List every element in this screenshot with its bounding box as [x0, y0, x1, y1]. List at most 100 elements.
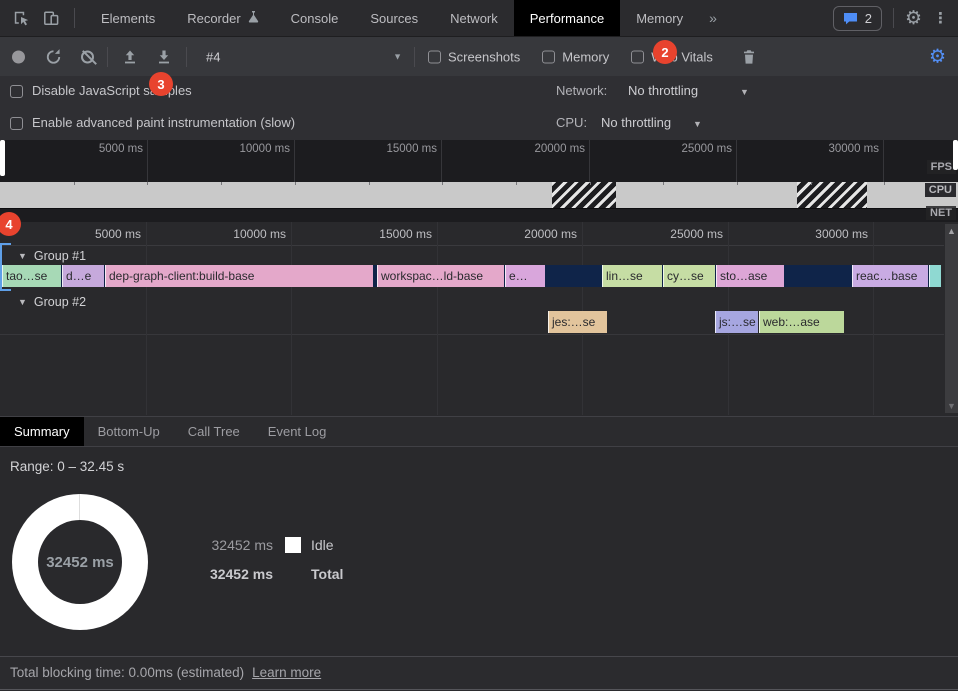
toggle-device-toolbar-button[interactable] [38, 5, 64, 31]
chat-bubble-icon [843, 12, 858, 25]
capture-checkbox-memory[interactable]: Memory [542, 49, 609, 64]
capture-settings-button[interactable]: ⚙ [929, 47, 946, 66]
cpu-minor-tick [74, 182, 75, 185]
overview-right-handle[interactable] [953, 140, 958, 170]
cpu-idle-hatch [552, 182, 616, 208]
checkbox-box [631, 50, 644, 63]
timeline-grid-line [146, 222, 147, 415]
tab-network[interactable]: Network [434, 0, 514, 36]
save-profile-button[interactable] [156, 49, 172, 65]
clear-recording-button[interactable] [81, 50, 94, 63]
donut-total-label: 32452 ms [12, 494, 148, 630]
timeline-event-bar[interactable]: workspac…ld-base [377, 265, 504, 287]
row-separator [0, 334, 944, 335]
timeline-event-bar[interactable]: sto…ase [716, 265, 784, 287]
vertical-scrollbar[interactable]: ▲ ▼ [944, 224, 958, 413]
tab-elements[interactable]: Elements [85, 0, 171, 36]
group-header-group-2[interactable]: ▼Group #2 [18, 293, 86, 310]
collapse-triangle-icon: ▼ [18, 297, 27, 307]
capture-checkbox-screenshots[interactable]: Screenshots [428, 49, 520, 64]
details-tab-call-tree[interactable]: Call Tree [174, 417, 254, 446]
tab-console[interactable]: Console [275, 0, 355, 36]
gear-icon: ⚙ [905, 8, 922, 29]
details-tab-event-log[interactable]: Event Log [254, 417, 341, 446]
more-tabs-button[interactable]: » [699, 0, 727, 36]
disable-js-samples-checkbox[interactable] [10, 85, 23, 98]
tab-performance[interactable]: Performance [514, 0, 620, 36]
timeline-event-bar[interactable]: e… [505, 265, 545, 287]
window-bottom-border [0, 689, 958, 690]
tab-label: Recorder [187, 11, 240, 26]
tab-label: Console [291, 11, 339, 26]
learn-more-link[interactable]: Learn more [252, 665, 321, 680]
inspect-cursor-icon [11, 8, 31, 28]
status-footer: Total blocking time: 0.00ms (estimated)L… [0, 656, 958, 691]
timeline-event-bar[interactable]: js:…se [715, 311, 758, 333]
details-tab-summary[interactable]: Summary [0, 417, 84, 446]
timeline-event-bar[interactable]: cy…se [663, 265, 715, 287]
delete-recording-button[interactable] [742, 49, 756, 65]
overview-left-handle[interactable] [0, 140, 5, 176]
flame-chart[interactable]: ▲ ▼ 5000 ms10000 ms15000 ms20000 ms25000… [0, 222, 958, 415]
details-tab-label: Summary [14, 424, 70, 439]
overview-tick-line [883, 140, 884, 182]
network-throttle-select[interactable]: No throttling [628, 83, 698, 98]
scroll-up-icon[interactable]: ▲ [945, 226, 958, 236]
timeline-tick-label: 15000 ms [379, 227, 432, 241]
timeline-event-bar[interactable]: reac…base [852, 265, 928, 287]
network-throttle-label: Network: [556, 83, 607, 98]
group-selection-bracket [0, 243, 10, 291]
advanced-paint-label: Enable advanced paint instrumentation (s… [32, 115, 295, 130]
settings-gear-button[interactable]: ⚙ [905, 9, 922, 28]
load-profile-button[interactable] [122, 49, 138, 65]
advanced-paint-checkbox[interactable] [10, 117, 23, 130]
details-tabbar: Summary Bottom-UpCall TreeEvent Log [0, 416, 958, 447]
timeline-event-bar[interactable]: d…e [62, 265, 104, 287]
record-icon [12, 50, 25, 63]
overview-tick-line [147, 140, 148, 182]
ruler-separator [0, 245, 944, 246]
cpu-minor-tick [811, 182, 812, 185]
chevron-down-icon[interactable]: ▼ [693, 119, 702, 129]
divider [414, 47, 415, 67]
overview-tick-line [589, 140, 590, 182]
timeline-event-bar[interactable]: lin…se [602, 265, 662, 287]
tab-sources[interactable]: Sources [354, 0, 434, 36]
timeline-overview[interactable]: 5000 ms10000 ms15000 ms20000 ms25000 ms3… [0, 140, 958, 222]
timeline-event-bar[interactable]: tao…se [2, 265, 61, 287]
group-header-group-1[interactable]: ▼Group #1 [18, 247, 86, 264]
timeline-event-bar[interactable]: web:…ase [759, 311, 844, 333]
timeline-grid-line [291, 222, 292, 415]
timeline-tick-label: 20000 ms [524, 227, 577, 241]
tab-label: Performance [530, 11, 604, 26]
tab-memory[interactable]: Memory [620, 0, 699, 36]
tab-recorder[interactable]: Recorder [171, 0, 274, 36]
details-tab-bottom-up[interactable]: Bottom-Up [84, 417, 174, 446]
inspect-element-button[interactable] [8, 5, 34, 31]
main-menu-button[interactable]: ⋮ [933, 11, 948, 26]
cpu-minor-tick [221, 182, 222, 185]
chevron-down-icon[interactable]: ▼ [740, 87, 749, 97]
session-select[interactable]: #4 ▼ [206, 49, 402, 64]
timeline-event-bar[interactable]: jes:…se [548, 311, 607, 333]
legend-label: Total [311, 566, 343, 582]
legend-value: 32452 ms [203, 566, 273, 582]
scroll-down-icon[interactable]: ▼ [945, 401, 958, 411]
collapse-triangle-icon: ▼ [18, 251, 27, 261]
tab-label: Elements [101, 11, 155, 26]
overview-tick-label: 15000 ms [386, 143, 437, 155]
devtools-window: Elements Recorder Console SourcesNetwork Per… [0, 0, 958, 691]
checkbox-box [428, 50, 441, 63]
cpu-lane-label: CPU [925, 183, 956, 197]
timeline-event-bar[interactable]: dep-graph-client:build-base [105, 265, 373, 287]
flask-icon [248, 10, 259, 26]
overview-tick-line [441, 140, 442, 182]
feedback-button[interactable]: 2 [833, 6, 882, 31]
record-button[interactable] [12, 50, 25, 63]
timeline-event-bar[interactable] [929, 265, 941, 287]
reload-and-record-button[interactable] [45, 48, 62, 65]
device-toolbar-icon [41, 8, 61, 28]
cpu-minor-tick [295, 182, 296, 185]
timeline-tick-label: 10000 ms [233, 227, 286, 241]
cpu-throttle-select[interactable]: No throttling [601, 115, 671, 130]
